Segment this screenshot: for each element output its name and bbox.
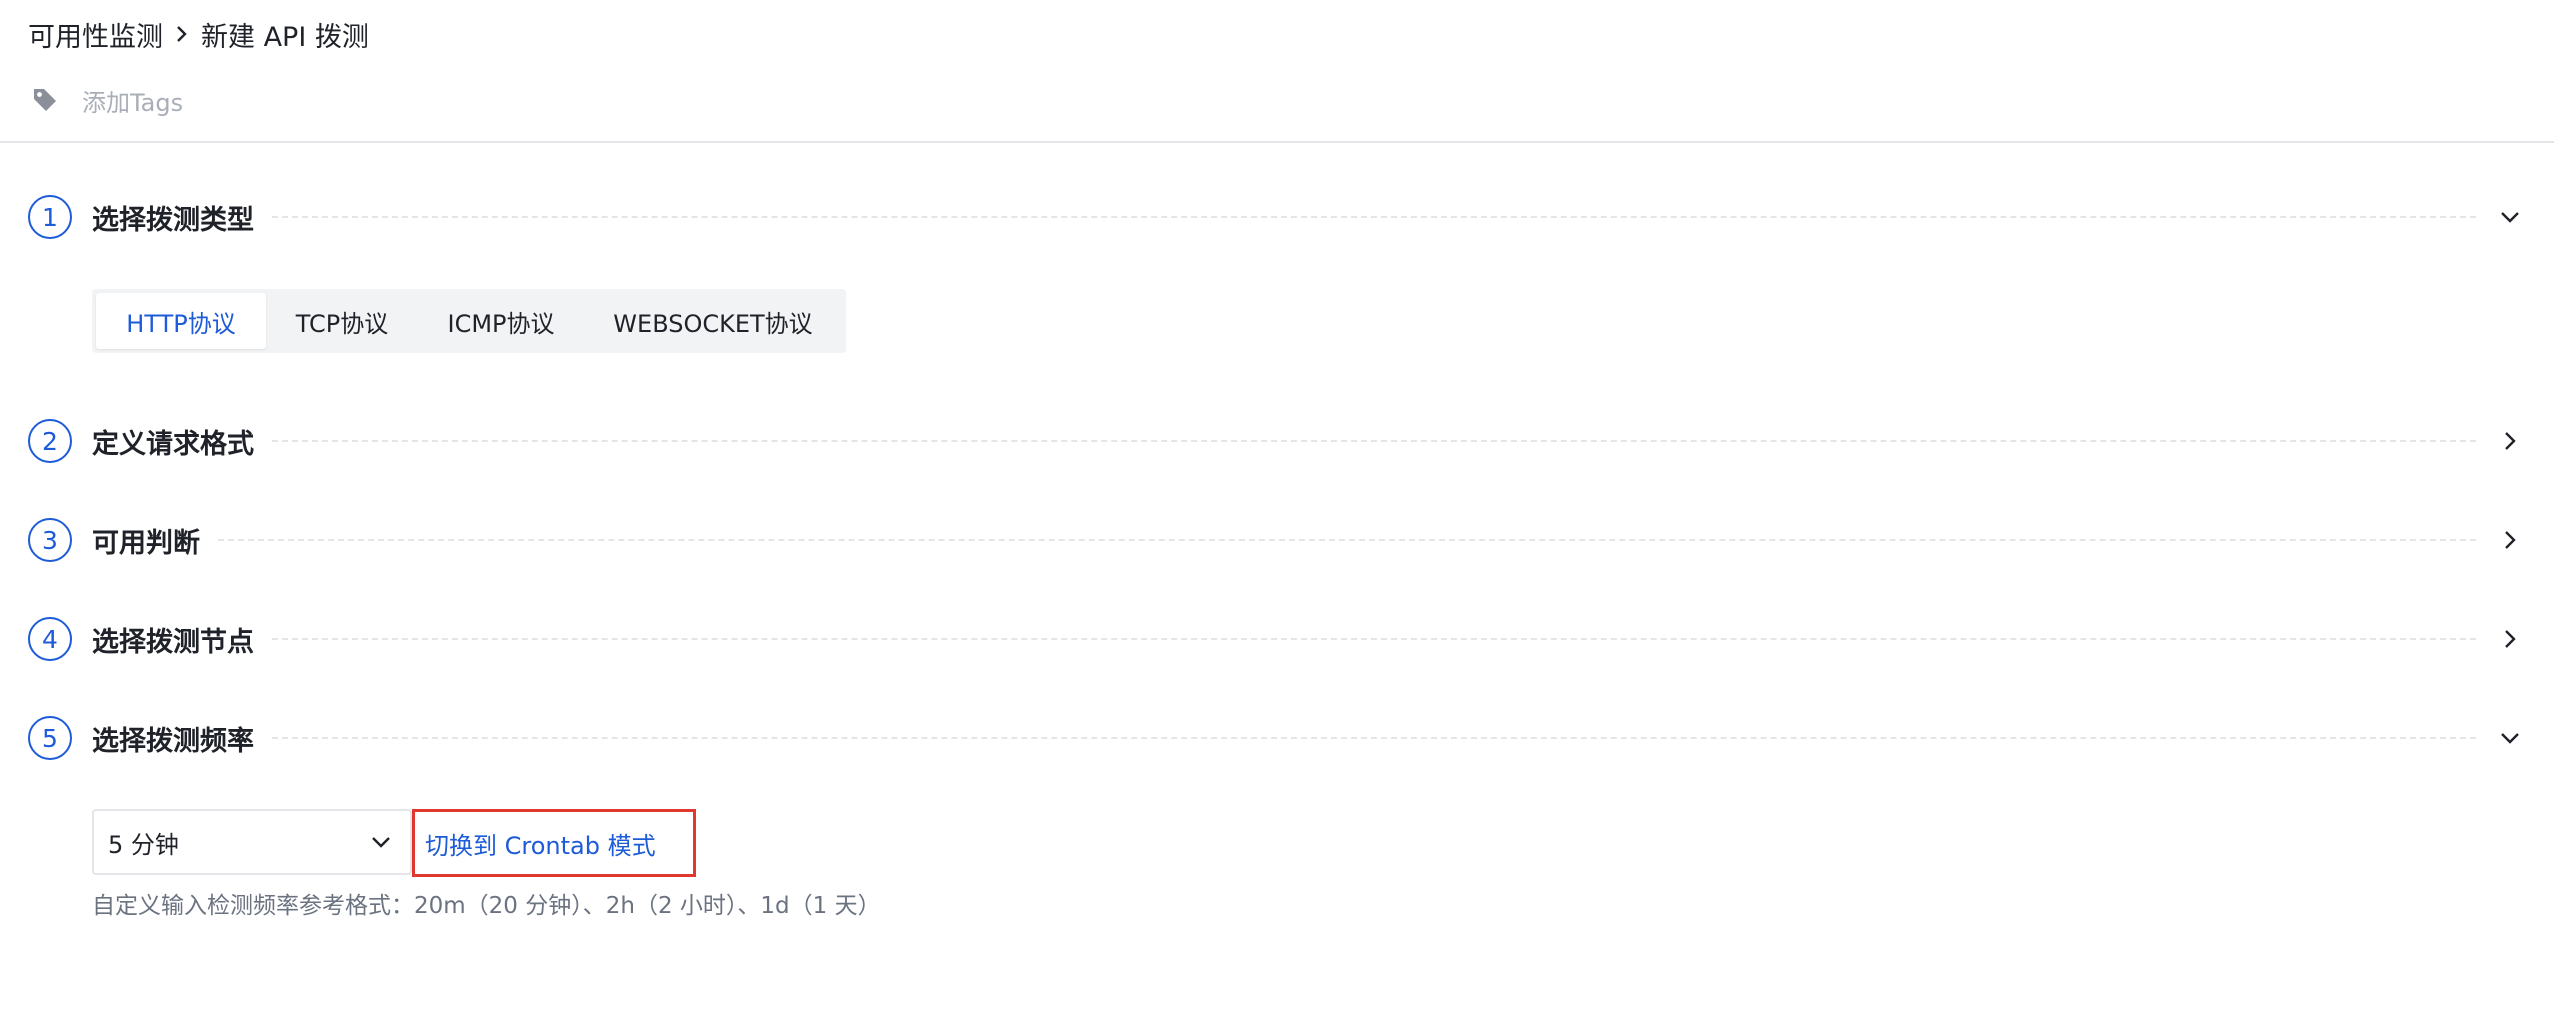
step-title: 选择拨测类型 [92, 204, 254, 236]
switch-crontab-mode-link[interactable]: 切换到 Crontab 模式 [412, 809, 696, 877]
step-4-header[interactable]: 4 选择拨测节点 [28, 615, 2526, 663]
chevron-right-icon [2494, 425, 2526, 457]
step-title: 定义请求格式 [92, 428, 254, 460]
chevron-right-icon [2494, 623, 2526, 655]
step-number: 3 [28, 518, 72, 562]
step-number: 1 [28, 195, 72, 239]
divider [272, 440, 2476, 442]
protocol-option-tcp[interactable]: TCP协议 [266, 293, 418, 349]
protocol-selector: HTTP协议 TCP协议 ICMP协议 WEBSOCKET协议 [92, 289, 846, 353]
chevron-down-icon [2494, 201, 2526, 233]
chevron-down-icon [2494, 722, 2526, 754]
step-3-header[interactable]: 3 可用判断 [28, 516, 2526, 564]
step-1-header[interactable]: 1 选择拨测类型 [28, 193, 2526, 241]
protocol-option-http[interactable]: HTTP协议 [96, 293, 266, 349]
breadcrumb: 可用性监测 新建 API 拨测 [28, 14, 369, 54]
divider [272, 638, 2476, 640]
breadcrumb-parent[interactable]: 可用性监测 [28, 15, 163, 54]
frequency-select-value: 5 分钟 [108, 830, 179, 859]
step-title: 选择拨测节点 [92, 626, 254, 658]
header-divider [0, 141, 2554, 143]
step-number: 2 [28, 419, 72, 463]
chevron-right-icon [173, 23, 191, 45]
step-5-header[interactable]: 5 选择拨测频率 [28, 714, 2526, 762]
tag-icon [30, 85, 60, 115]
frequency-hint: 自定义输入检测频率参考格式：20m（20 分钟）、2h（2 小时）、1d（1 天… [92, 893, 881, 919]
add-tags-button[interactable]: 添加Tags [30, 80, 183, 120]
add-tags-label: 添加Tags [82, 88, 184, 117]
protocol-option-icmp[interactable]: ICMP协议 [418, 293, 584, 349]
chevron-right-icon [2494, 524, 2526, 556]
divider [272, 737, 2476, 739]
step-title: 可用判断 [92, 527, 200, 559]
step-2-header[interactable]: 2 定义请求格式 [28, 417, 2526, 465]
step-number: 4 [28, 617, 72, 661]
divider [272, 216, 2476, 218]
breadcrumb-current: 新建 API 拨测 [201, 21, 369, 53]
step-number: 5 [28, 716, 72, 760]
frequency-select[interactable]: 5 分钟 [92, 809, 412, 875]
protocol-option-websocket[interactable]: WEBSOCKET协议 [584, 293, 842, 349]
divider [218, 539, 2476, 541]
chevron-down-icon [370, 835, 392, 849]
step-title: 选择拨测频率 [92, 725, 254, 757]
